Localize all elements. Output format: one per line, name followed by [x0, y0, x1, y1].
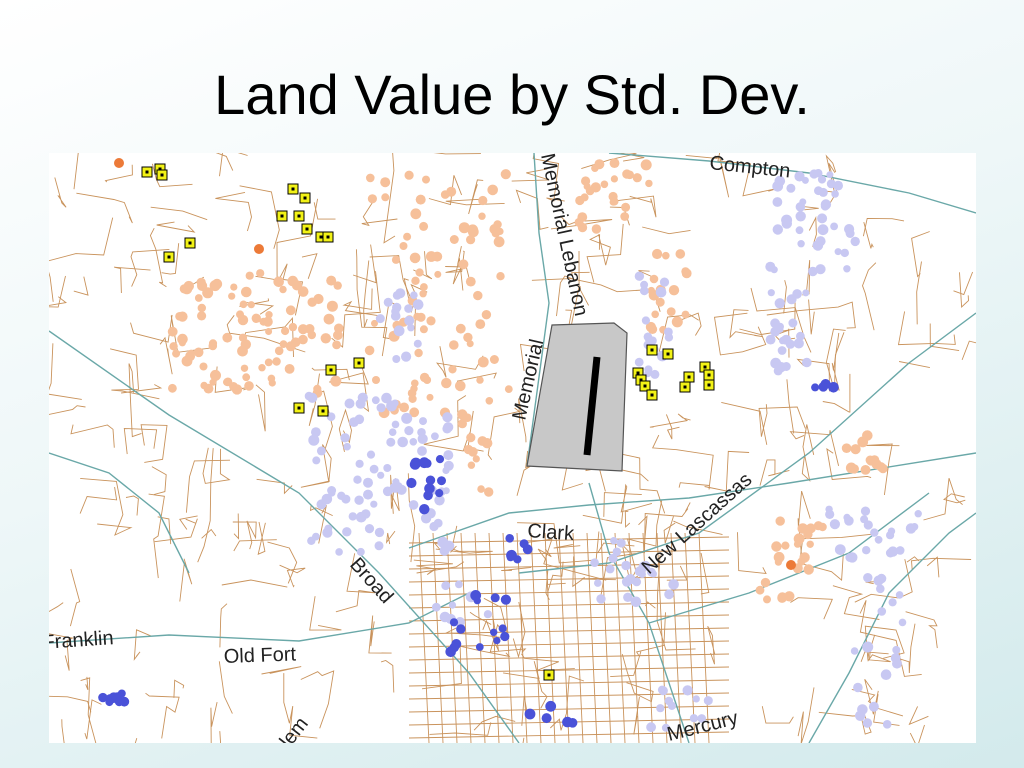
street-label-clark: Clark: [527, 520, 576, 545]
slide-title: Land Value by Std. Dev.: [214, 63, 810, 126]
street-label-compton: Compton: [708, 153, 791, 182]
street-label-church: lem: [276, 713, 313, 743]
street-label-franklin: Franklin: [49, 627, 114, 654]
yellow-markers: [141, 163, 715, 681]
map[interactable]: Compton Memorial Lebanon Memorial Clark …: [49, 153, 976, 743]
parcel-points: [98, 158, 922, 733]
map-canvas[interactable]: Compton Memorial Lebanon Memorial Clark …: [49, 153, 976, 743]
street-label-mercury: Mercury: [665, 707, 740, 743]
street-label-old-fort: Old Fort: [223, 643, 296, 668]
street-label-broad: Broad: [345, 554, 397, 608]
